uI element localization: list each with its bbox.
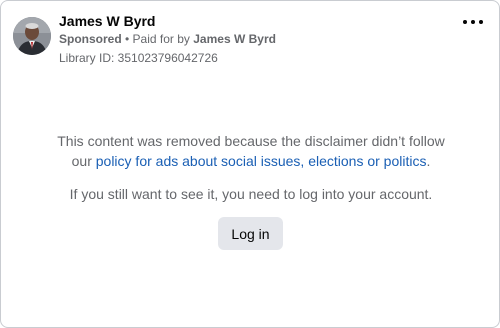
notice-line2-suffix: . (426, 153, 431, 169)
notice-line2-prefix: our (71, 153, 96, 169)
advertiser-name[interactable]: James W Byrd (59, 13, 155, 29)
removed-notice-line2: our policy for ads about social issues, … (1, 151, 500, 171)
sponsored-label: Sponsored (59, 32, 122, 46)
more-dot (471, 20, 475, 24)
removed-notice-line1: This content was removed because the dis… (57, 133, 445, 149)
more-options-icon[interactable] (463, 15, 483, 29)
more-dot (463, 20, 467, 24)
paid-for-prefix: Paid for by (132, 32, 194, 46)
meta-separator: • (121, 32, 133, 46)
library-id: Library ID: 351023796042726 (59, 51, 218, 65)
advertiser-avatar[interactable] (13, 17, 51, 55)
paid-for-name: James W Byrd (193, 32, 276, 46)
ad-card: James W Byrd Sponsored • Paid for by Jam… (0, 0, 500, 328)
login-button[interactable]: Log in (218, 217, 283, 250)
policy-link[interactable]: policy for ads about social issues, elec… (96, 153, 427, 169)
more-dot (479, 20, 483, 24)
profile-photo-icon (13, 17, 51, 55)
login-prompt: If you still want to see it, you need to… (69, 186, 433, 202)
ad-meta: Sponsored • Paid for by James W Byrd (59, 32, 276, 46)
